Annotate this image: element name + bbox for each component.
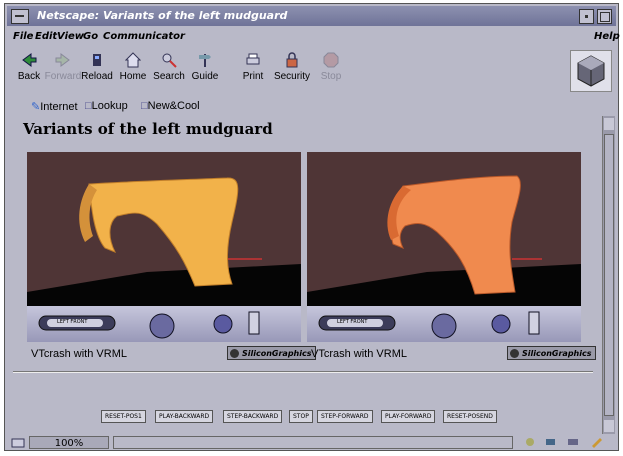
vrml-navigation-bar[interactable]: LEFT FRONT	[27, 306, 301, 342]
vertical-scrollbar[interactable]	[602, 116, 615, 434]
lock-icon	[286, 52, 298, 68]
viewer-caption-right: VTcrash with VRML	[311, 348, 407, 360]
security-label: Security	[273, 71, 311, 82]
maximize-button[interactable]	[597, 9, 612, 24]
discussion-icon	[568, 439, 578, 445]
scroll-thumb[interactable]	[604, 134, 614, 416]
menu-file[interactable]: File	[13, 31, 33, 42]
vrml-viewer-right[interactable]: LEFT FRONT	[307, 152, 581, 342]
status-message	[113, 436, 513, 449]
search-button[interactable]: Search	[149, 52, 189, 82]
back-arrow-icon	[22, 53, 37, 67]
stop-animation-button[interactable]: STOP	[289, 410, 313, 423]
scroll-down-arrow[interactable]	[604, 420, 614, 432]
reload-button[interactable]: Reload	[77, 52, 117, 82]
netscape-logo-icon	[577, 55, 605, 87]
bookmark-internet-label: Internet	[40, 101, 78, 113]
browser-window: Netscape: Variants of the left mudguard …	[4, 3, 620, 451]
minimize-button[interactable]	[579, 9, 594, 24]
menu-help[interactable]: Help	[594, 31, 620, 42]
sgi-badge-left[interactable]: SiliconGraphics	[227, 346, 316, 360]
window-title: Netscape: Variants of the left mudguard	[37, 9, 288, 22]
reload-label: Reload	[81, 71, 113, 82]
printer-icon	[246, 53, 260, 65]
bookmark-new-cool-label: New&Cool	[147, 100, 200, 112]
viewpoint-label-left[interactable]: LEFT FRONT	[57, 319, 87, 325]
scroll-up-arrow[interactable]	[604, 118, 614, 130]
title-bar[interactable]: Netscape: Variants of the left mudguard	[7, 6, 616, 26]
vrml-navigation-bar[interactable]: LEFT FRONT	[307, 306, 581, 342]
search-label: Search	[153, 71, 185, 82]
menu-view[interactable]: View	[57, 31, 84, 42]
guide-label: Guide	[191, 71, 219, 82]
progress-indicator: 100%	[29, 436, 109, 449]
window-menu-button[interactable]	[11, 9, 29, 24]
stop-label: Stop	[320, 71, 342, 82]
divider	[13, 371, 593, 373]
page-content[interactable]: Variants of the left mudguard LEFT FRONT	[13, 116, 598, 434]
reset-posend-button[interactable]: RESET-POSEND	[443, 410, 497, 423]
personal-toolbar: ✎Internet □Lookup □New&Cool	[7, 98, 616, 116]
viewpoint-label-right[interactable]: LEFT FRONT	[337, 319, 367, 325]
menu-communicator[interactable]: Communicator	[103, 31, 185, 42]
vrml-viewer-left[interactable]: LEFT FRONT	[27, 152, 301, 342]
bookmark-internet[interactable]: ✎Internet	[31, 100, 78, 113]
bookmark-icon: ✎	[31, 101, 41, 113]
guide-button[interactable]: Guide	[185, 52, 225, 82]
viewer-caption-left: VTcrash with VRML	[31, 348, 127, 360]
connection-icon	[11, 438, 25, 448]
navigation-toolbar: Back Forward Reload Home Search Guide Pr…	[7, 48, 616, 98]
folder-icon: □	[85, 100, 92, 112]
play-forward-button[interactable]: PLAY-FORWARD	[381, 410, 436, 423]
component-bar[interactable]	[514, 436, 610, 449]
reset-pos1-button[interactable]: RESET-POS1	[101, 410, 146, 423]
play-backward-button[interactable]: PLAY-BACKWARD	[155, 410, 214, 423]
menu-edit[interactable]: Edit	[35, 31, 57, 42]
bookmark-lookup-label: Lookup	[91, 100, 128, 112]
home-label: Home	[119, 71, 147, 82]
print-button[interactable]: Print	[233, 52, 273, 82]
stop-button[interactable]: Stop	[311, 52, 351, 82]
forward-arrow-icon	[55, 53, 70, 67]
folder-icon: □	[141, 100, 148, 112]
step-forward-button[interactable]: STEP-FORWARD	[317, 410, 373, 423]
security-button[interactable]: Security	[269, 52, 315, 82]
home-icon	[125, 52, 141, 68]
composer-icon	[592, 438, 602, 448]
stop-icon	[323, 52, 339, 68]
sgi-badge-right[interactable]: SiliconGraphics	[507, 346, 596, 360]
bookmark-new-cool[interactable]: □New&Cool	[141, 100, 200, 112]
bookmark-lookup[interactable]: □Lookup	[85, 100, 128, 112]
home-button[interactable]: Home	[113, 52, 153, 82]
guide-signpost-icon	[199, 54, 211, 67]
search-icon	[162, 53, 177, 68]
step-backward-button[interactable]: STEP-BACKWARD	[223, 410, 283, 423]
page-title: Variants of the left mudguard	[23, 120, 273, 138]
menu-bar: File Edit View Go Communicator Help	[7, 28, 620, 46]
mudguard-model-left	[27, 177, 301, 306]
reload-icon	[93, 54, 101, 66]
navigator-icon	[526, 438, 534, 446]
menu-go[interactable]: Go	[83, 31, 98, 42]
netscape-logo[interactable]	[570, 50, 612, 92]
mail-icon	[546, 439, 555, 445]
mudguard-model-right	[307, 175, 581, 306]
status-bar: 100%	[7, 436, 616, 450]
print-label: Print	[242, 71, 264, 82]
